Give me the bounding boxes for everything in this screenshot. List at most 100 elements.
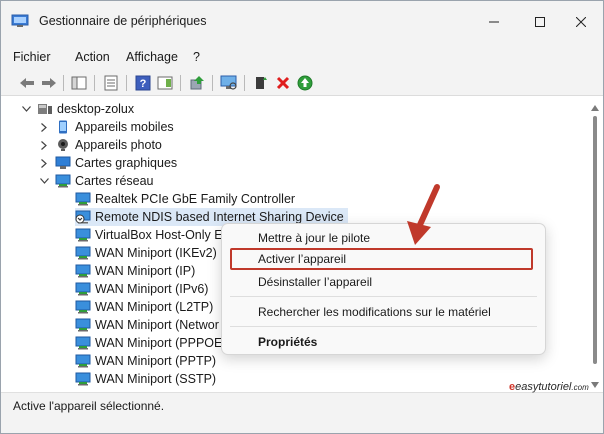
device-item[interactable]: WAN Miniport (PPPOE) <box>75 334 227 352</box>
scan-hardware-icon[interactable] <box>219 73 239 93</box>
toolbar: ? <box>1 71 603 96</box>
device-item[interactable]: WAN Miniport (PPTP) <box>75 352 216 370</box>
menu-item-uninstall-device[interactable]: Désinstaller l’appareil <box>258 275 372 289</box>
menu-item-scan-hardware[interactable]: Rechercher les modifications sur le maté… <box>258 305 491 319</box>
device-label: WAN Miniport (IPv6) <box>95 282 209 296</box>
watermark-logo: eeasytutoriel.com <box>509 381 589 393</box>
toolbar-separator <box>244 75 245 91</box>
annotation-arrow-icon <box>401 181 447 250</box>
menu-item-properties[interactable]: Propriétés <box>258 335 317 349</box>
device-label: Realtek PCIe GbE Family Controller <box>95 192 296 206</box>
category-label: Appareils photo <box>75 138 162 152</box>
back-icon[interactable] <box>17 73 37 93</box>
chevron-right-icon[interactable] <box>39 122 49 132</box>
menu-affichage[interactable]: Affichage <box>126 50 178 64</box>
menu-item-enable-device[interactable]: Activer l’appareil <box>258 252 346 266</box>
network-adapter-icon <box>55 174 71 188</box>
network-adapter-icon <box>75 336 91 350</box>
device-manager-app-icon <box>11 14 29 28</box>
network-adapter-icon <box>75 300 91 314</box>
close-button[interactable] <box>559 1 603 43</box>
chevron-down-icon[interactable] <box>39 176 49 186</box>
enable-device-icon[interactable] <box>251 73 271 93</box>
forward-icon[interactable] <box>39 73 59 93</box>
network-adapter-icon <box>75 246 91 260</box>
toolbar-separator <box>180 75 181 91</box>
toolbar-separator <box>63 75 64 91</box>
chevron-right-icon[interactable] <box>39 158 49 168</box>
category-label: Cartes graphiques <box>75 156 178 170</box>
status-bar: Active l'appareil sélectionné. <box>1 392 603 433</box>
properties-icon[interactable] <box>101 73 121 93</box>
chevron-down-icon[interactable] <box>21 104 31 114</box>
network-adapter-icon <box>75 318 91 332</box>
device-item[interactable]: WAN Miniport (IPv6) <box>75 280 208 298</box>
menu-action[interactable]: Action <box>75 50 110 64</box>
network-adapter-icon <box>75 192 91 206</box>
mobile-device-icon <box>55 120 71 134</box>
tree-root-label: desktop-zolux <box>57 102 135 116</box>
window-title: Gestionnaire de périphériques <box>39 14 207 28</box>
webcam-icon <box>55 138 71 152</box>
view-icon[interactable] <box>155 73 175 93</box>
category-label: Appareils mobiles <box>75 120 174 134</box>
svg-text:?: ? <box>140 78 147 90</box>
show-hide-tree-icon[interactable] <box>69 73 89 93</box>
vertical-scrollbar[interactable] <box>587 96 603 391</box>
network-adapter-icon <box>75 372 91 386</box>
scroll-down-icon[interactable] <box>591 377 599 391</box>
menu-item-update-driver[interactable]: Mettre à jour le pilote <box>258 231 370 245</box>
tree-category-appareils-photo[interactable]: Appareils photo <box>39 136 162 154</box>
menu-help[interactable]: ? <box>193 50 200 64</box>
tree-category-appareils-mobiles[interactable]: Appareils mobiles <box>39 118 174 136</box>
context-menu: Mettre à jour le pilote Activer l’appare… <box>221 223 546 355</box>
network-adapter-icon <box>75 228 91 242</box>
watermark-suffix: .com <box>571 383 589 392</box>
device-item[interactable]: VirtualBox Host-Only Et <box>75 226 226 244</box>
chevron-right-icon[interactable] <box>39 140 49 150</box>
add-driver-icon[interactable] <box>295 73 315 93</box>
display-adapter-icon <box>55 156 71 170</box>
device-label: WAN Miniport (PPTP) <box>95 354 217 368</box>
disabled-network-adapter-icon <box>75 210 91 224</box>
tree-root[interactable]: desktop-zolux <box>21 100 134 118</box>
update-driver-icon[interactable] <box>187 73 207 93</box>
device-label: WAN Miniport (SSTP) <box>95 372 217 386</box>
status-text: Active l'appareil sélectionné. <box>13 399 165 413</box>
toolbar-separator <box>94 75 95 91</box>
menu-separator <box>230 326 537 327</box>
uninstall-icon[interactable] <box>273 73 293 93</box>
device-item[interactable]: WAN Miniport (Networ <box>75 316 219 334</box>
watermark-text: easytutoriel <box>515 381 572 393</box>
minimize-button[interactable] <box>471 1 517 43</box>
help-icon[interactable]: ? <box>133 73 153 93</box>
computer-icon <box>37 102 53 116</box>
scroll-up-icon[interactable] <box>591 100 599 114</box>
menu-fichier[interactable]: Fichier <box>13 50 51 64</box>
category-label: Cartes réseau <box>75 174 154 188</box>
device-manager-window: Gestionnaire de périphériques Fichier Ac… <box>0 0 604 434</box>
device-item[interactable]: WAN Miniport (IKEv2) <box>75 244 217 262</box>
device-label: VirtualBox Host-Only Et <box>95 228 227 242</box>
device-label: WAN Miniport (PPPOE) <box>95 336 227 350</box>
device-item[interactable]: Realtek PCIe GbE Family Controller <box>75 190 295 208</box>
network-adapter-icon <box>75 354 91 368</box>
menu-bar: Fichier Action Affichage ? <box>1 43 603 71</box>
network-adapter-icon <box>75 264 91 278</box>
toolbar-separator <box>126 75 127 91</box>
device-item[interactable]: WAN Miniport (L2TP) <box>75 298 213 316</box>
network-adapter-icon <box>75 282 91 296</box>
scrollbar-thumb[interactable] <box>593 116 597 364</box>
device-label: WAN Miniport (Networ <box>95 318 219 332</box>
menu-separator <box>230 296 537 297</box>
maximize-button[interactable] <box>517 1 563 43</box>
device-item[interactable]: WAN Miniport (SSTP) <box>75 370 216 388</box>
tree-category-cartes-graphiques[interactable]: Cartes graphiques <box>39 154 177 172</box>
device-label: WAN Miniport (IKEv2) <box>95 246 217 260</box>
toolbar-separator <box>212 75 213 91</box>
title-bar: Gestionnaire de périphériques <box>1 1 603 43</box>
device-item[interactable]: WAN Miniport (IP) <box>75 262 195 280</box>
device-label: Remote NDIS based Internet Sharing Devic… <box>95 210 344 224</box>
tree-category-cartes-reseau[interactable]: Cartes réseau <box>39 172 154 190</box>
device-label: WAN Miniport (L2TP) <box>95 300 214 314</box>
